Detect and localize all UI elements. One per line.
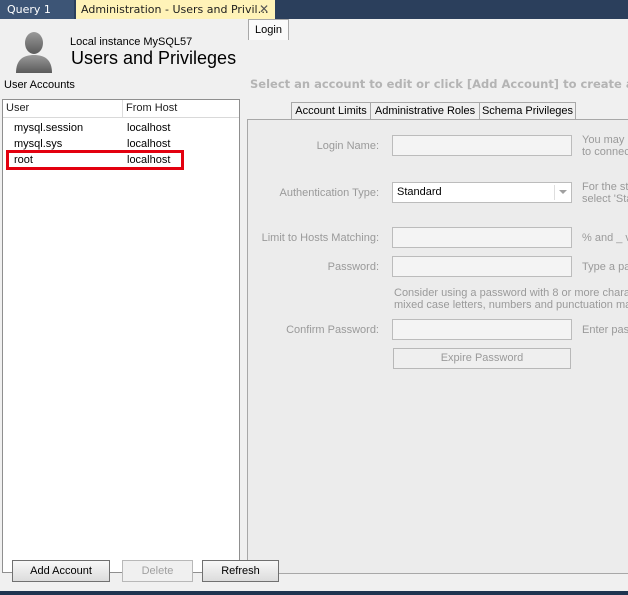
select-divider	[554, 185, 555, 200]
hosts-help: % and _ v	[582, 232, 628, 244]
login-name-help: You may c to connec	[582, 134, 628, 158]
refresh-button[interactable]: Refresh	[202, 560, 279, 582]
help-line: You may c	[582, 134, 628, 146]
list-header: User From Host	[3, 100, 239, 118]
tab-login[interactable]: Login	[248, 19, 289, 40]
add-account-button[interactable]: Add Account	[12, 560, 110, 582]
account-host: localhost	[127, 122, 171, 134]
column-divider[interactable]	[122, 100, 123, 117]
selection-hint: Select an account to edit or click [Add …	[250, 77, 628, 91]
login-name-label: Login Name:	[316, 140, 379, 152]
tab-administrative-roles[interactable]: Administrative Roles	[370, 102, 480, 119]
instance-name: Local instance MySQL57	[70, 36, 193, 48]
users-privileges-panel: Local instance MySQL57 Users and Privile…	[0, 19, 628, 591]
login-name-input[interactable]	[392, 135, 572, 156]
column-host-header[interactable]: From Host	[126, 102, 177, 114]
expire-password-button[interactable]: Expire Password	[393, 348, 571, 369]
account-host: localhost	[127, 138, 171, 150]
password-note: Consider using a password with 8 or more…	[394, 287, 628, 311]
user-avatar-icon	[16, 32, 52, 73]
password-help: Type a pa	[582, 261, 628, 273]
tab-label: Administration - Users and Privil…	[81, 3, 269, 16]
document-tabbar: Query 1 Administration - Users and Privi…	[0, 0, 628, 19]
auth-type-select[interactable]: Standard	[392, 182, 572, 203]
note-line: mixed case letters, numbers and punctuat…	[394, 299, 628, 311]
password-label: Password:	[327, 261, 379, 273]
hosts-input[interactable]	[392, 227, 572, 248]
password-input[interactable]	[392, 256, 572, 277]
auth-type-help: For the st select 'Sta	[582, 181, 628, 205]
tab-schema-privileges[interactable]: Schema Privileges	[479, 102, 576, 119]
help-line: to connec	[582, 146, 628, 158]
tab-label: Query 1	[7, 3, 51, 16]
confirm-password-input[interactable]	[392, 319, 572, 340]
page-title: Users and Privileges	[71, 48, 237, 68]
account-user: mysql.session	[14, 122, 84, 134]
tab-query-1[interactable]: Query 1	[0, 0, 74, 19]
close-icon[interactable]: ✕	[259, 0, 269, 19]
tab-administration-users[interactable]: Administration - Users and Privil… ✕	[76, 0, 275, 19]
hosts-label: Limit to Hosts Matching:	[261, 232, 379, 244]
chevron-down-icon[interactable]	[559, 190, 567, 194]
highlight-box	[6, 150, 184, 170]
list-item[interactable]: mysql.session localhost	[3, 121, 239, 137]
account-user: mysql.sys	[14, 138, 63, 150]
note-line: Consider using a password with 8 or more…	[394, 287, 628, 299]
help-line: select 'Sta	[582, 193, 628, 205]
auth-type-label: Authentication Type:	[279, 187, 379, 199]
confirm-password-label: Confirm Password:	[286, 324, 379, 336]
user-accounts-list[interactable]: User From Host mysql.session localhost m…	[2, 99, 240, 573]
help-line: For the st	[582, 181, 628, 193]
delete-button[interactable]: Delete	[122, 560, 193, 582]
confirm-password-help: Enter pas	[582, 324, 628, 336]
user-accounts-label: User Accounts	[4, 79, 75, 91]
column-user-header[interactable]: User	[6, 102, 29, 114]
auth-type-value: Standard	[397, 186, 442, 198]
tab-account-limits[interactable]: Account Limits	[291, 102, 371, 119]
